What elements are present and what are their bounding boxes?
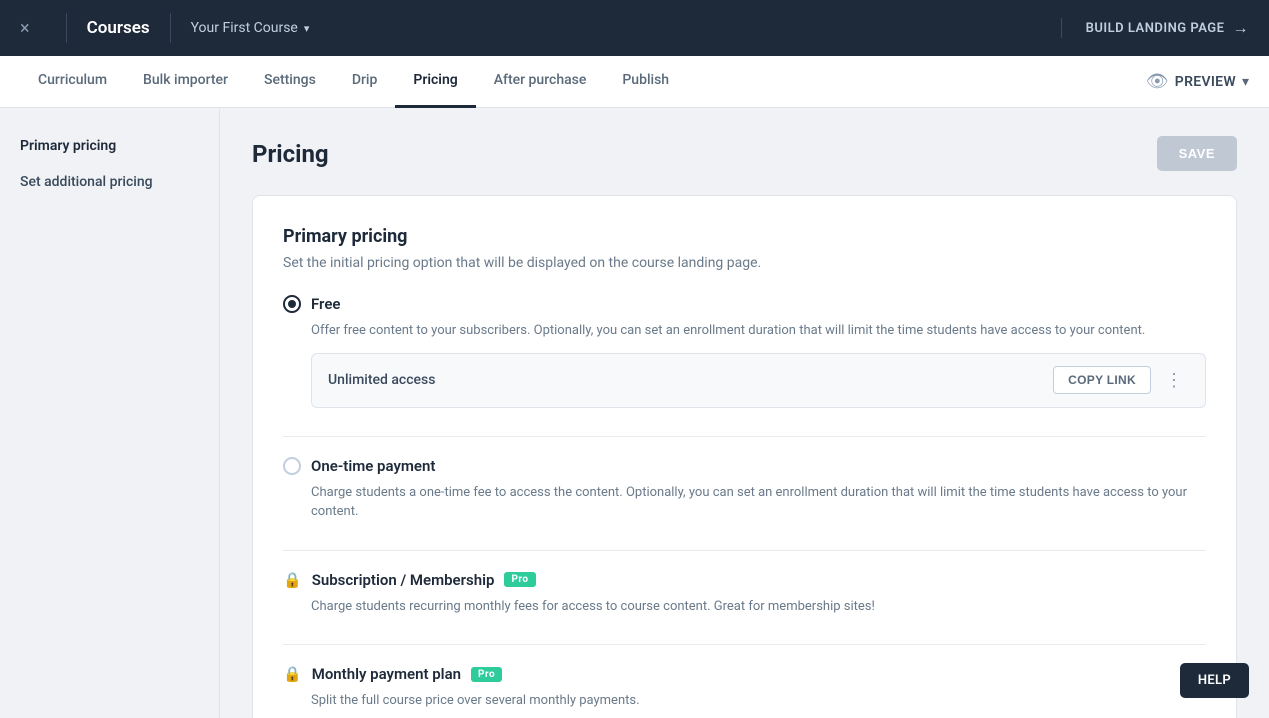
option-desc-monthly: Split the full course price over several… [311,691,1206,711]
lock-icon-monthly: 🔒 [283,665,302,683]
access-actions: COPY LINK ⋮ [1053,366,1189,395]
copy-link-button[interactable]: COPY LINK [1053,366,1151,394]
option-header-subscription: 🔒 Subscription / Membership Pro [283,571,1206,589]
preview-label: PREVIEW [1175,74,1236,90]
option-label-monthly: Monthly payment plan [312,665,461,683]
tab-drip[interactable]: Drip [334,56,396,108]
tab-after-purchase[interactable]: After purchase [476,56,605,108]
option-header-free: Free [283,295,1206,313]
divider [170,13,171,43]
chevron-down-icon: ▾ [1242,74,1249,90]
course-name: Your First Course [191,20,298,36]
build-landing-page-label: BUILD LANDING PAGE [1086,21,1225,36]
radio-one-time-payment[interactable] [283,457,301,475]
eye-icon: 👁 [1146,71,1169,92]
card-title: Primary pricing [283,226,1206,247]
option-desc-free: Offer free content to your subscribers. … [311,321,1206,341]
divider [283,644,1206,645]
tab-publish[interactable]: Publish [604,56,687,108]
save-button[interactable]: SAVE [1157,136,1237,171]
tab-pricing[interactable]: Pricing [395,56,475,108]
page-title: Pricing [252,140,329,168]
preview-button[interactable]: 👁 PREVIEW ▾ [1146,71,1249,92]
card-description: Set the initial pricing option that will… [283,255,1206,271]
course-selector[interactable]: Your First Course ▾ [191,20,310,36]
pricing-option-monthly: 🔒 Monthly payment plan Pro Split the ful… [283,665,1206,711]
sidebar-item-set-additional-pricing[interactable]: Set additional pricing [0,164,219,200]
chevron-down-icon: ▾ [304,22,310,35]
main-layout: Primary pricing Set additional pricing P… [0,108,1269,718]
radio-free[interactable] [283,295,301,313]
pricing-card: Primary pricing Set the initial pricing … [252,195,1237,718]
pricing-option-one-time: One-time payment Charge students a one-t… [283,457,1206,522]
tab-curriculum[interactable]: Curriculum [20,56,125,108]
access-box: Unlimited access COPY LINK ⋮ [311,353,1206,408]
tab-bulk-importer[interactable]: Bulk importer [125,56,246,108]
pro-badge-subscription: Pro [504,572,535,587]
pricing-option-free: Free Offer free content to your subscrib… [283,295,1206,408]
option-label-free: Free [311,295,340,313]
build-landing-page-button[interactable]: BUILD LANDING PAGE → [1061,18,1249,38]
close-icon[interactable]: × [20,18,30,39]
help-button[interactable]: HELP [1180,663,1249,698]
divider [283,550,1206,551]
app-title: Courses [87,18,150,38]
divider [283,436,1206,437]
option-desc-subscription: Charge students recurring monthly fees f… [311,597,1206,617]
lock-icon-subscription: 🔒 [283,571,302,589]
tab-navigation: Curriculum Bulk importer Settings Drip P… [0,56,1269,108]
sidebar-item-primary-pricing[interactable]: Primary pricing [0,128,219,164]
option-label-subscription: Subscription / Membership [312,571,495,589]
pricing-option-subscription: 🔒 Subscription / Membership Pro Charge s… [283,571,1206,617]
option-header-monthly: 🔒 Monthly payment plan Pro [283,665,1206,683]
access-label: Unlimited access [328,372,435,388]
top-bar: × Courses Your First Course ▾ BUILD LAND… [0,0,1269,56]
option-label-one-time: One-time payment [311,457,435,475]
arrow-right-icon: → [1233,18,1250,38]
main-content: Pricing SAVE Primary pricing Set the ini… [220,108,1269,718]
option-desc-one-time: Charge students a one-time fee to access… [311,483,1206,522]
more-options-button[interactable]: ⋮ [1159,366,1189,395]
option-header-one-time: One-time payment [283,457,1206,475]
tab-settings[interactable]: Settings [246,56,334,108]
sidebar: Primary pricing Set additional pricing [0,108,220,718]
divider [66,13,67,43]
pro-badge-monthly: Pro [471,667,502,682]
page-header: Pricing SAVE [252,136,1237,171]
